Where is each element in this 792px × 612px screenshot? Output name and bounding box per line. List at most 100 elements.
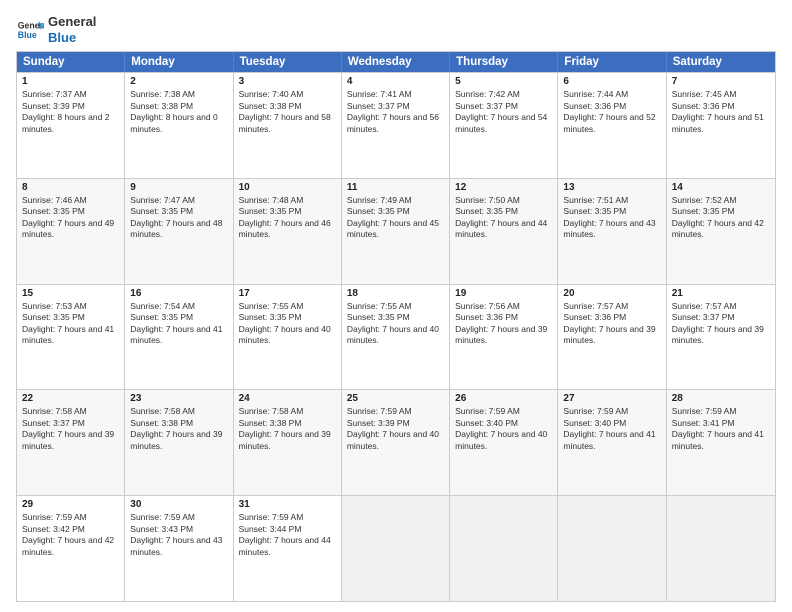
sunset-time: Sunset: 3:35 PM [239,206,336,217]
day-number: 25 [347,393,444,404]
sunset-time: Sunset: 3:37 PM [22,418,119,429]
day-number: 29 [22,499,119,510]
calendar-cell-empty [450,496,558,601]
calendar-cell-day-22: 22Sunrise: 7:58 AMSunset: 3:37 PMDayligh… [17,390,125,495]
sunset-time: Sunset: 3:39 PM [347,418,444,429]
sunset-time: Sunset: 3:35 PM [239,312,336,323]
sunrise-time: Sunrise: 7:50 AM [455,195,552,206]
calendar-cell-day-13: 13Sunrise: 7:51 AMSunset: 3:35 PMDayligh… [558,179,666,284]
daylight-hours: Daylight: 7 hours and 41 minutes. [563,429,660,452]
calendar-cell-day-31: 31Sunrise: 7:59 AMSunset: 3:44 PMDayligh… [234,496,342,601]
sunrise-time: Sunrise: 7:58 AM [22,406,119,417]
day-number: 17 [239,288,336,299]
calendar-cell-day-23: 23 Sunrise: 7:58 AMSunset: 3:38 PMDayligh… [125,390,233,495]
calendar-cell-day-16: 16Sunrise: 7:54 AMSunset: 3:35 PMDayligh… [125,285,233,390]
daylight-hours: Daylight: 7 hours and 44 minutes. [239,535,336,558]
day-number: 24 [239,393,336,404]
daylight-hours: Daylight: 7 hours and 41 minutes. [130,324,227,347]
day-number: 8 [22,182,119,193]
day-number: 6 [563,76,660,87]
sunrise-time: Sunrise: 7:58 AM [239,406,336,417]
day-number: 5 [455,76,552,87]
day-number: 18 [347,288,444,299]
sunset-time: Sunset: 3:38 PM [239,101,336,112]
sunrise-time: Sunrise: 7:56 AM [455,301,552,312]
sunset-time: Sunset: 3:37 PM [672,312,770,323]
sunset-time: Sunset: 3:35 PM [130,206,227,217]
sunset-time: Sunset: 3:43 PM [130,524,227,535]
daylight-hours: Daylight: 7 hours and 39 minutes. [563,324,660,347]
daylight-hours: Daylight: 7 hours and 56 minutes. [347,112,444,135]
calendar-cell-day-24: 24Sunrise: 7:58 AMSunset: 3:38 PMDayligh… [234,390,342,495]
sunset-time: Sunset: 3:35 PM [347,312,444,323]
sunrise-time: Sunrise: 7:42 AM [455,89,552,100]
calendar-row-3: 15Sunrise: 7:53 AMSunset: 3:35 PMDayligh… [17,284,775,390]
calendar-row-5: 29Sunrise: 7:59 AMSunset: 3:42 PMDayligh… [17,495,775,601]
daylight-hours: Daylight: 7 hours and 40 minutes. [347,429,444,452]
sunset-time: Sunset: 3:38 PM [130,418,227,429]
calendar: SundayMondayTuesdayWednesdayThursdayFrid… [16,51,776,602]
daylight-hours: Daylight: 7 hours and 40 minutes. [239,324,336,347]
day-number: 30 [130,499,227,510]
calendar-cell-day-14: 14Sunrise: 7:52 AMSunset: 3:35 PMDayligh… [667,179,775,284]
day-number: 14 [672,182,770,193]
logo-general: General [48,14,96,30]
header-day-friday: Friday [558,52,666,72]
daylight-hours: Daylight: 7 hours and 46 minutes. [239,218,336,241]
sunset-time: Sunset: 3:41 PM [672,418,770,429]
daylight-hours: Daylight: 7 hours and 42 minutes. [672,218,770,241]
day-number: 10 [239,182,336,193]
sunrise-time: Sunrise: 7:38 AM [130,89,227,100]
daylight-hours: Daylight: 7 hours and 39 minutes. [22,429,119,452]
day-number: 9 [130,182,227,193]
calendar-cell-day-30: 30Sunrise: 7:59 AMSunset: 3:43 PMDayligh… [125,496,233,601]
day-number: 23 [130,393,227,404]
logo-blue: Blue [48,30,96,46]
calendar-cell-day-25: 25Sunrise: 7:59 AMSunset: 3:39 PMDayligh… [342,390,450,495]
calendar-cell-day-9: 9Sunrise: 7:47 AMSunset: 3:35 PMDaylight… [125,179,233,284]
daylight-hours: Daylight: 7 hours and 39 minutes. [455,324,552,347]
calendar-cell-empty [558,496,666,601]
day-number: 3 [239,76,336,87]
sunrise-time: Sunrise: 7:46 AM [22,195,119,206]
sunrise-time: Sunrise: 7:58 AM [130,406,227,417]
daylight-hours: Daylight: 7 hours and 48 minutes. [130,218,227,241]
day-number: 15 [22,288,119,299]
calendar-cell-day-15: 15Sunrise: 7:53 AMSunset: 3:35 PMDayligh… [17,285,125,390]
sunset-time: Sunset: 3:36 PM [672,101,770,112]
daylight-hours: Daylight: 7 hours and 39 minutes. [239,429,336,452]
calendar-cell-day-29: 29Sunrise: 7:59 AMSunset: 3:42 PMDayligh… [17,496,125,601]
daylight-hours: Daylight: 7 hours and 41 minutes. [22,324,119,347]
sunrise-time: Sunrise: 7:52 AM [672,195,770,206]
daylight-hours: Daylight: 7 hours and 52 minutes. [563,112,660,135]
daylight-hours: Daylight: 7 hours and 40 minutes. [347,324,444,347]
calendar-cell-day-8: 8Sunrise: 7:46 AMSunset: 3:35 PMDaylight… [17,179,125,284]
header-day-sunday: Sunday [17,52,125,72]
page: General Blue General Blue SundayMondayTu… [0,0,792,612]
calendar-cell-day-3: 3Sunrise: 7:40 AMSunset: 3:38 PMDaylight… [234,73,342,178]
calendar-cell-day-1: 1Sunrise: 7:37 AMSunset: 3:39 PMDaylight… [17,73,125,178]
sunrise-time: Sunrise: 7:57 AM [672,301,770,312]
day-number: 16 [130,288,227,299]
calendar-row-1: 1Sunrise: 7:37 AMSunset: 3:39 PMDaylight… [17,72,775,178]
calendar-cell-day-20: 20Sunrise: 7:57 AMSunset: 3:36 PMDayligh… [558,285,666,390]
daylight-hours: Daylight: 7 hours and 45 minutes. [347,218,444,241]
header-day-monday: Monday [125,52,233,72]
day-number: 11 [347,182,444,193]
calendar-header: SundayMondayTuesdayWednesdayThursdayFrid… [17,52,775,72]
header-day-thursday: Thursday [450,52,558,72]
sunset-time: Sunset: 3:36 PM [563,101,660,112]
header-day-tuesday: Tuesday [234,52,342,72]
day-number: 13 [563,182,660,193]
daylight-hours: Daylight: 7 hours and 43 minutes. [563,218,660,241]
calendar-cell-day-28: 28Sunrise: 7:59 AMSunset: 3:41 PMDayligh… [667,390,775,495]
daylight-hours: Daylight: 7 hours and 39 minutes. [130,429,227,452]
sunset-time: Sunset: 3:38 PM [130,101,227,112]
sunrise-time: Sunrise: 7:59 AM [455,406,552,417]
sunrise-time: Sunrise: 7:41 AM [347,89,444,100]
sunrise-time: Sunrise: 7:37 AM [22,89,119,100]
calendar-cell-day-5: 5Sunrise: 7:42 AMSunset: 3:37 PMDaylight… [450,73,558,178]
calendar-cell-day-26: 26Sunrise: 7:59 AMSunset: 3:40 PMDayligh… [450,390,558,495]
sunrise-time: Sunrise: 7:49 AM [347,195,444,206]
sunset-time: Sunset: 3:35 PM [22,206,119,217]
